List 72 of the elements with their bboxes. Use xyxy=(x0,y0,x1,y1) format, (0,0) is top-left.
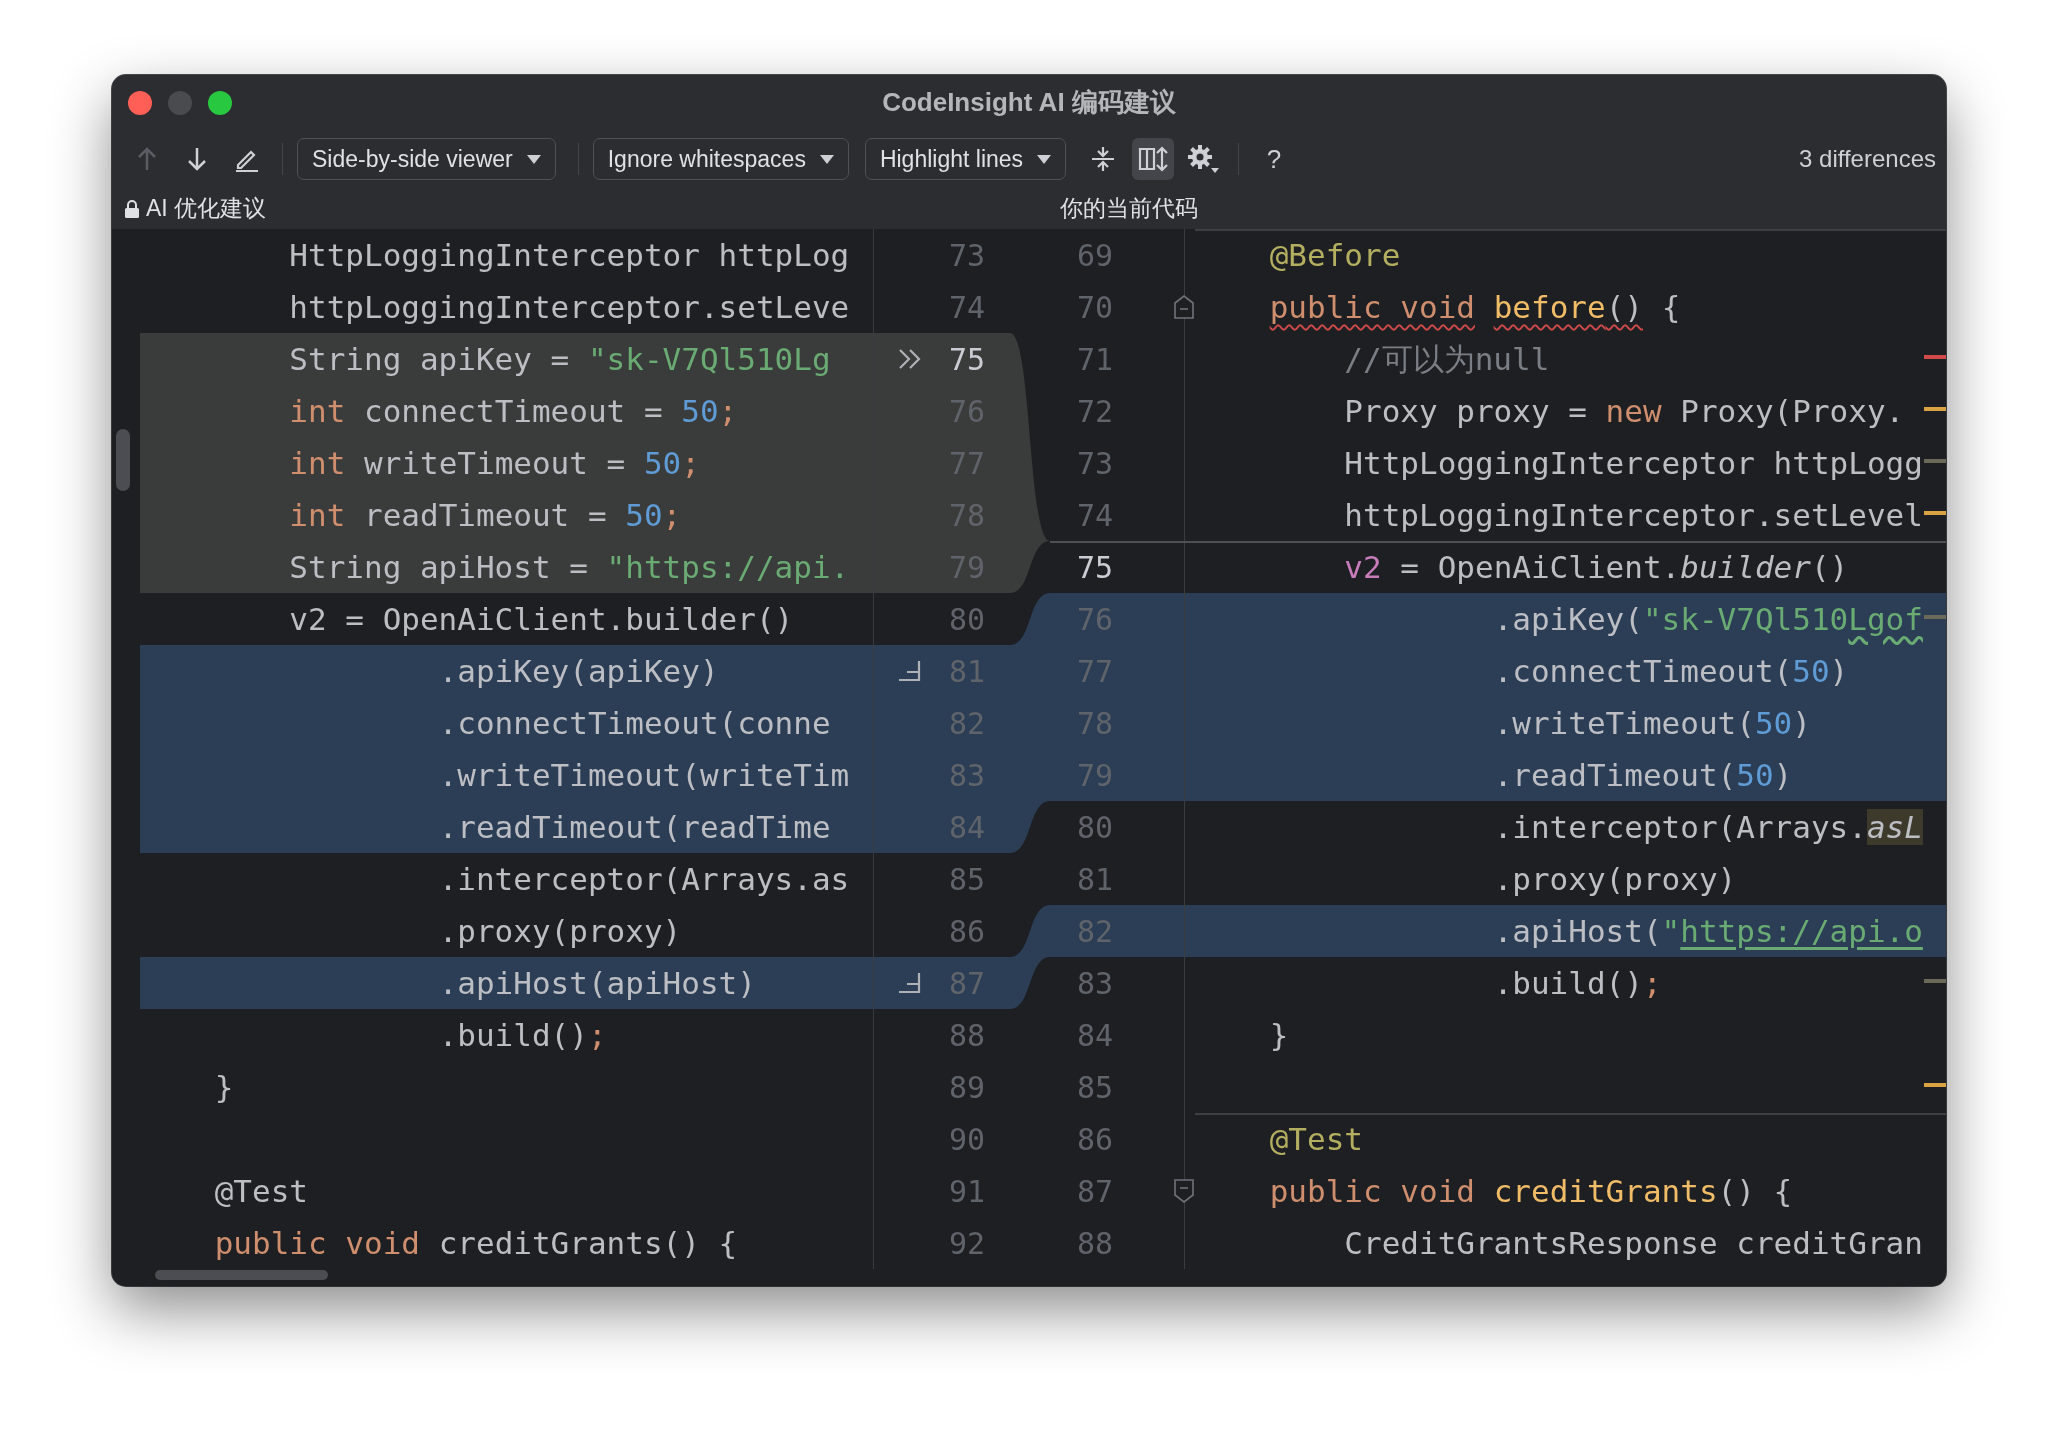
code-line: httpLoggingInterceptor.setLevel xyxy=(1343,497,1923,533)
line-number: 75 xyxy=(947,341,986,377)
panel-header: AI 优化建议 xyxy=(146,194,267,223)
code-line: .readTimeout(50) xyxy=(1492,757,1793,793)
line-number: 75 xyxy=(1075,549,1113,585)
code-line: .apiHost("https://api.o xyxy=(1492,913,1923,949)
line-number: 88 xyxy=(947,1017,986,1053)
code-line: //可以为null xyxy=(1343,341,1550,377)
view-dropdown[interactable]: Highlight lines xyxy=(864,138,1067,180)
code-line: v2 = OpenAiClient.builder() xyxy=(1343,549,1849,585)
code-line: CreditGrantsResponse creditGran xyxy=(1343,1225,1923,1261)
code-line: int readTimeout = 50; xyxy=(288,497,682,533)
line-number: 88 xyxy=(1075,1225,1113,1261)
line-number: 86 xyxy=(1075,1121,1113,1157)
line-number: 80 xyxy=(947,601,986,637)
code-line: Proxy proxy = new Proxy(Proxy. xyxy=(1343,393,1905,429)
code-line: .apiHost(apiHost) xyxy=(437,965,756,1001)
code-line: } xyxy=(213,1069,234,1105)
code-line: int writeTimeout = 50; xyxy=(288,445,700,481)
code-line: HttpLoggingInterceptor httpLog xyxy=(288,237,850,273)
view-dropdown[interactable]: Side-by-side viewer xyxy=(297,138,556,180)
line-number: 90 xyxy=(947,1121,986,1157)
code-line: httpLoggingInterceptor.setLeve xyxy=(288,289,850,325)
code-line: .writeTimeout(50) xyxy=(1492,705,1811,741)
code-line: v2 = OpenAiClient.builder() xyxy=(288,601,794,637)
line-number: 86 xyxy=(947,913,986,949)
line-number: 83 xyxy=(1075,965,1113,1001)
code-line: @Before xyxy=(1268,237,1401,273)
line-number: 80 xyxy=(1075,809,1113,845)
line-number: 74 xyxy=(1075,497,1113,533)
code-line: String apiHost = "https://api. xyxy=(288,549,850,585)
line-number: 84 xyxy=(1075,1017,1113,1053)
code-line: .writeTimeout(writeTim xyxy=(437,757,850,793)
panel-header: 你的当前代码 xyxy=(1060,194,1198,223)
line-number: 87 xyxy=(1075,1173,1113,1209)
code-line: .connectTimeout(conne xyxy=(437,705,831,741)
code-line: .build(); xyxy=(1492,965,1662,1001)
line-number: 69 xyxy=(1075,237,1113,273)
code-line: .proxy(proxy) xyxy=(1492,861,1737,897)
line-number: 71 xyxy=(1075,341,1113,377)
line-number: 89 xyxy=(947,1069,986,1105)
code-line: String apiKey = "sk-V7Ql510Lg xyxy=(288,341,831,377)
line-number: 85 xyxy=(947,861,986,897)
code-line: .apiKey(apiKey) xyxy=(437,653,719,689)
line-number: 85 xyxy=(1075,1069,1113,1105)
code-line: public void creditGrants() { xyxy=(1268,1173,1793,1209)
line-number: 73 xyxy=(1075,445,1113,481)
line-number: 72 xyxy=(1075,393,1113,429)
line-number: 70 xyxy=(1075,289,1113,325)
code-line: @Test xyxy=(213,1173,308,1209)
code-line: } xyxy=(1268,1017,1289,1053)
code-line: .interceptor(Arrays.asL xyxy=(1492,809,1923,845)
line-number: 91 xyxy=(947,1173,986,1209)
view-dropdown[interactable]: Ignore whitespaces xyxy=(592,138,849,180)
code-line: .apiKey("sk-V7Ql510Lgof xyxy=(1492,601,1923,637)
line-number: 81 xyxy=(1075,861,1113,897)
code-line: public void creditGrants() { xyxy=(213,1225,738,1261)
code-line: .build(); xyxy=(437,1017,607,1053)
line-number: 92 xyxy=(947,1225,986,1261)
line-number: 74 xyxy=(947,289,986,325)
code-line: .connectTimeout(50) xyxy=(1492,653,1849,689)
code-line: .readTimeout(readTime xyxy=(437,809,831,845)
differences-count: 3 differences xyxy=(1799,145,1936,173)
code-line: .interceptor(Arrays.as xyxy=(437,861,850,897)
line-number: 73 xyxy=(947,237,986,273)
help-button[interactable]: ? xyxy=(1253,138,1296,180)
window-title: CodeInsight AI 编码建议 xyxy=(882,87,1176,117)
code-line: public void before() { xyxy=(1268,289,1681,325)
code-line: HttpLoggingInterceptor httpLogg xyxy=(1343,445,1923,481)
code-line: .proxy(proxy) xyxy=(437,913,682,949)
code-line: int connectTimeout = 50; xyxy=(288,393,738,429)
code-line: @Test xyxy=(1268,1121,1363,1157)
